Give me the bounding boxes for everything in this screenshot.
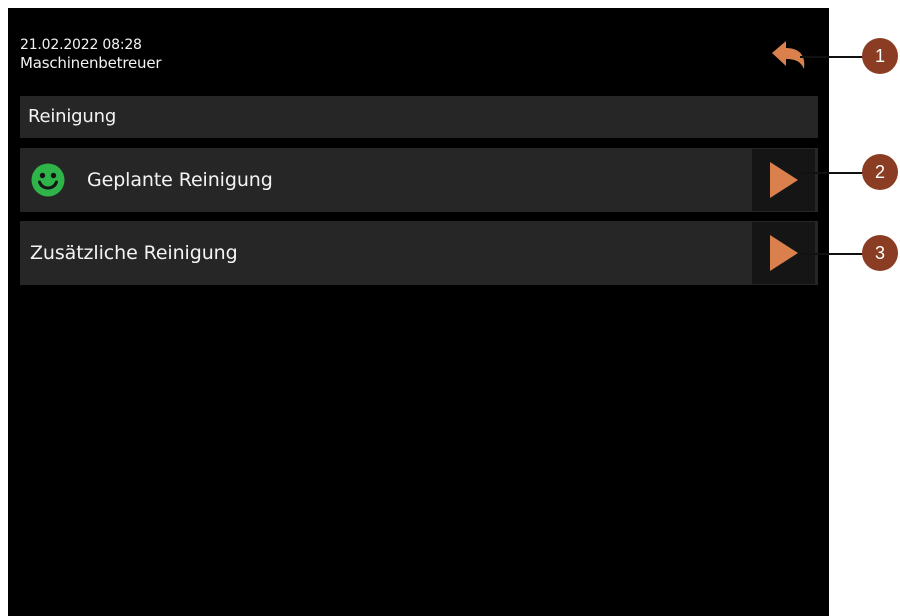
user-role: Maschinenbetreuer <box>20 54 162 72</box>
callout-2-line <box>800 172 866 174</box>
menu-item-label: Geplante Reinigung <box>87 169 273 191</box>
menu-item-label: Zusätzliche Reinigung <box>30 242 238 264</box>
menu-item-zusaetzliche-reinigung[interactable]: Zusätzliche Reinigung <box>20 221 818 285</box>
callout-3-line <box>800 253 866 255</box>
datetime: 21.02.2022 08:28 <box>20 37 142 53</box>
play-arrow-icon <box>769 235 798 271</box>
callout-1-line <box>800 56 866 58</box>
hmi-screen: 21.02.2022 08:28 Maschinenbetreuer Reini… <box>8 8 829 616</box>
callout-3-badge: 3 <box>862 235 898 271</box>
callout-2-badge: 2 <box>862 154 898 190</box>
play-arrow-icon <box>769 162 798 198</box>
callout-1-badge: 1 <box>862 38 898 74</box>
open-geplante-reinigung-button[interactable] <box>752 149 815 211</box>
menu-item-geplante-reinigung[interactable]: Geplante Reinigung <box>20 148 818 212</box>
section-title: Reinigung <box>20 96 818 138</box>
smiley-icon <box>31 163 65 197</box>
